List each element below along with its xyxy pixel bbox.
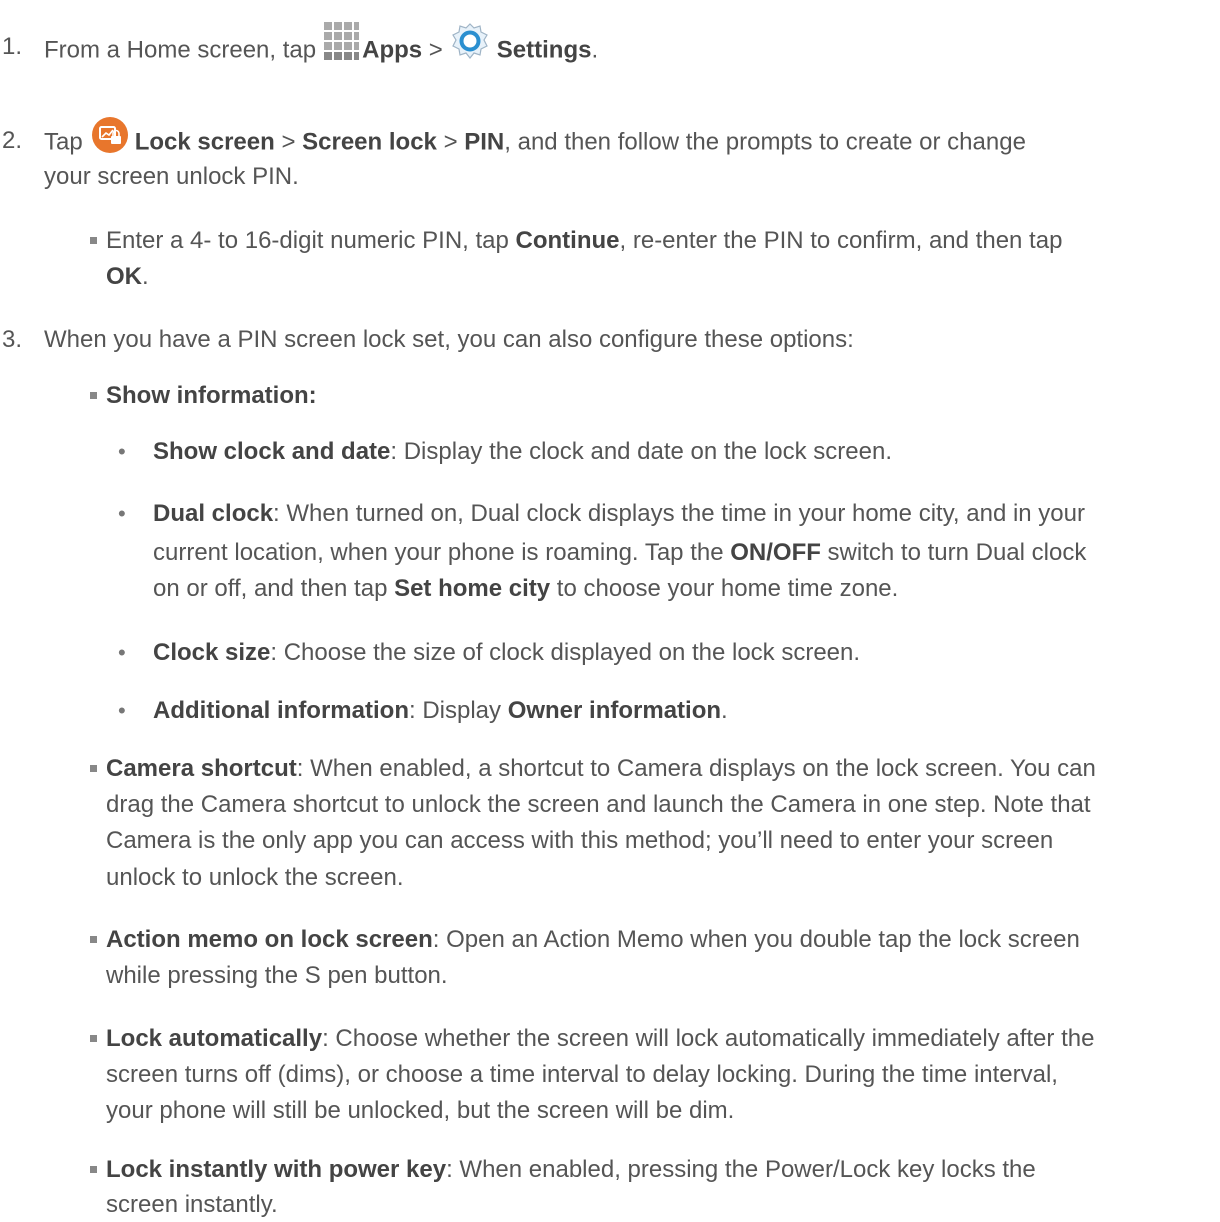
dual-clock-line2: current location, when your phone is roa… [153, 539, 1087, 566]
step2-sub-line2: OK. [106, 263, 149, 290]
additional-info-item: Additional information: Display Owner in… [153, 697, 728, 724]
bullet-square [90, 936, 97, 943]
lock-power-item: Lock instantly with power key: When enab… [106, 1156, 1036, 1183]
camera-line2: drag the Camera shortcut to unlock the s… [106, 791, 1091, 818]
step2-text-line2: your screen unlock PIN. [44, 163, 299, 190]
settings-gear-icon [449, 20, 491, 62]
lock-automatically-item: Lock automatically: Choose whether the s… [106, 1025, 1095, 1052]
bullet-square [90, 765, 97, 772]
bullet-dot: • [118, 439, 126, 464]
settings-label: Settings [496, 36, 592, 64]
camera-shortcut-item: Camera shortcut: When enabled, a shortcu… [106, 755, 1096, 782]
bullet-square [90, 1035, 97, 1042]
camera-line3: Camera is the only app you can access wi… [106, 827, 1054, 854]
bullet-square [90, 392, 97, 399]
step-number: 2. [2, 127, 23, 154]
apps-label: Apps [362, 36, 423, 64]
step2-sub-line1: Enter a 4- to 16-digit numeric PIN, tap … [106, 227, 1063, 254]
action-memo-line2: while pressing the S pen button. [106, 962, 448, 989]
bullet-dot: • [118, 640, 126, 665]
bullet-dot: • [118, 698, 126, 723]
step-number: 3. [2, 326, 23, 353]
step1-text: From a Home screen, tap Apps > Settings. [44, 22, 598, 72]
lock-auto-line3: your phone will still be unlocked, but t… [106, 1097, 735, 1124]
lock-screen-label: Lock screen [134, 128, 275, 156]
apps-grid-icon [320, 22, 360, 64]
step2-text: Tap Lock screen > Screen lock > PIN, and… [44, 117, 1026, 162]
continue-label: Continue [515, 227, 620, 254]
bullet-square [90, 237, 97, 244]
show-information-heading: Show information: [106, 382, 317, 409]
show-clock-item: Show clock and date: Display the clock a… [153, 438, 892, 465]
action-memo-item: Action memo on lock screen: Open an Acti… [106, 926, 1080, 953]
dual-clock-line3: on or off, and then tap Set home city to… [153, 575, 899, 602]
step-number: 1. [2, 33, 23, 60]
step3-intro: When you have a PIN screen lock set, you… [44, 326, 854, 353]
bullet-dot: • [118, 501, 126, 526]
clock-size-item: Clock size: Choose the size of clock dis… [153, 639, 861, 666]
screen-lock-label: Screen lock [302, 128, 437, 156]
lock-screen-icon [91, 116, 129, 154]
dual-clock-item: Dual clock: When turned on, Dual clock d… [153, 500, 1085, 527]
pin-label: PIN [464, 128, 505, 156]
lock-auto-line2: screen turns off (dims), or choose a tim… [106, 1061, 1058, 1088]
camera-line4: unlock to unlock the screen. [106, 864, 404, 891]
ok-label: OK [106, 263, 142, 290]
bullet-square [90, 1166, 97, 1173]
